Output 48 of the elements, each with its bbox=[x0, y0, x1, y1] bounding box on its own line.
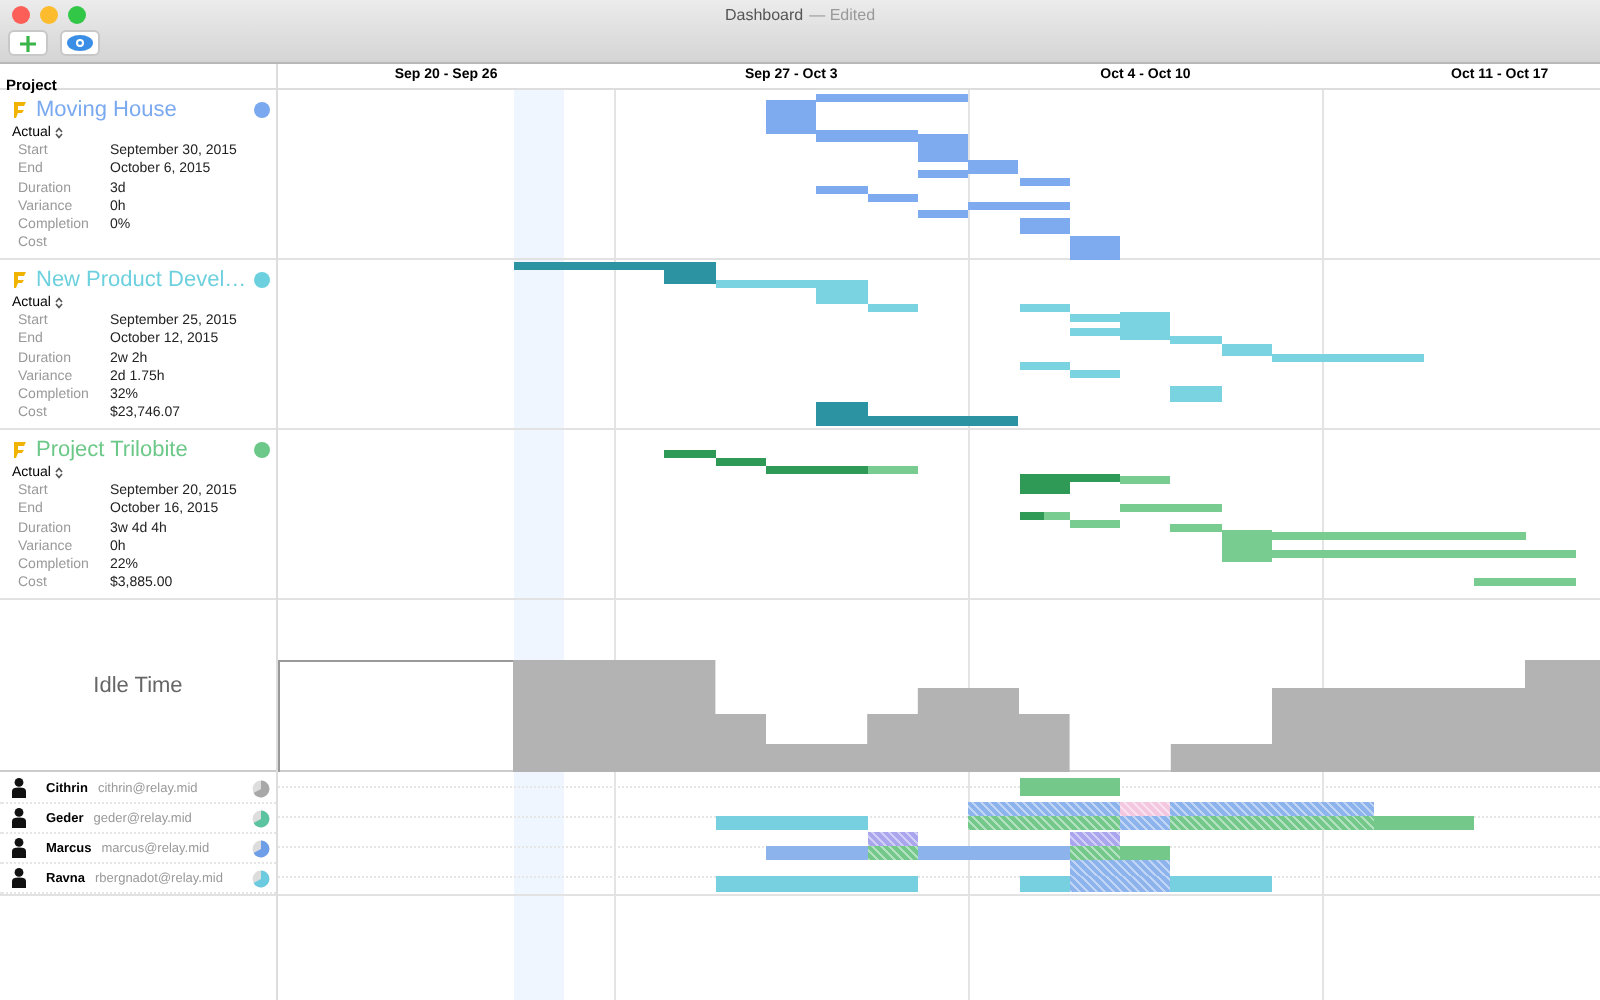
assignment-bar[interactable] bbox=[1019, 778, 1121, 796]
assignment-bar[interactable] bbox=[1170, 876, 1272, 892]
assignment-bar[interactable] bbox=[1373, 816, 1475, 830]
eye-icon bbox=[66, 34, 94, 52]
task-bar[interactable] bbox=[917, 170, 969, 178]
add-button[interactable] bbox=[8, 30, 48, 56]
assignment-bar[interactable] bbox=[1069, 832, 1121, 846]
zoom-button[interactable] bbox=[68, 6, 86, 24]
assignment-bar[interactable] bbox=[1069, 860, 1171, 876]
window-subtitle: — Edited bbox=[809, 6, 876, 24]
close-button[interactable] bbox=[12, 6, 30, 24]
minimize-button[interactable] bbox=[40, 6, 58, 24]
assignment-bar[interactable] bbox=[1120, 816, 1171, 830]
person-icon bbox=[12, 838, 26, 858]
assignment-bar[interactable] bbox=[917, 846, 1070, 860]
updown-caret-icon bbox=[54, 126, 65, 140]
assignment-bar[interactable] bbox=[715, 876, 918, 892]
task-bar[interactable] bbox=[917, 134, 969, 162]
idle-time-label: Idle Time bbox=[93, 673, 183, 697]
person-icon bbox=[12, 808, 26, 828]
assignment-bar[interactable] bbox=[1019, 876, 1070, 892]
person-icon bbox=[12, 778, 26, 798]
assignment-bar[interactable] bbox=[968, 802, 1121, 816]
assignment-bar[interactable] bbox=[1120, 802, 1171, 816]
assignment-bar[interactable] bbox=[1170, 816, 1374, 830]
assignment-bar[interactable] bbox=[1170, 802, 1374, 816]
assignment-bar[interactable] bbox=[867, 832, 918, 846]
plus-icon bbox=[18, 33, 38, 53]
view-button[interactable] bbox=[60, 30, 100, 56]
updown-caret-icon bbox=[54, 466, 65, 480]
assignment-bar[interactable] bbox=[766, 846, 868, 860]
task-bar[interactable] bbox=[917, 210, 969, 218]
assignment-bar[interactable] bbox=[867, 846, 918, 860]
person-icon bbox=[12, 868, 26, 888]
task-bar[interactable] bbox=[1069, 370, 1121, 378]
updown-caret-icon bbox=[54, 296, 65, 310]
assignment-bar[interactable] bbox=[1120, 846, 1171, 860]
task-bar[interactable] bbox=[1069, 520, 1121, 528]
assignment-bar[interactable] bbox=[715, 816, 868, 830]
project-icon bbox=[12, 100, 28, 120]
window-title: Dashboard bbox=[724, 6, 804, 24]
assignment-bar[interactable] bbox=[968, 816, 1121, 830]
assignment-bar[interactable] bbox=[1069, 876, 1171, 892]
project-icon bbox=[12, 440, 28, 460]
project-icon bbox=[12, 270, 28, 290]
task-bar[interactable] bbox=[1019, 512, 1045, 520]
task-bar[interactable] bbox=[1069, 236, 1121, 260]
assignment-bar[interactable] bbox=[1069, 846, 1121, 860]
